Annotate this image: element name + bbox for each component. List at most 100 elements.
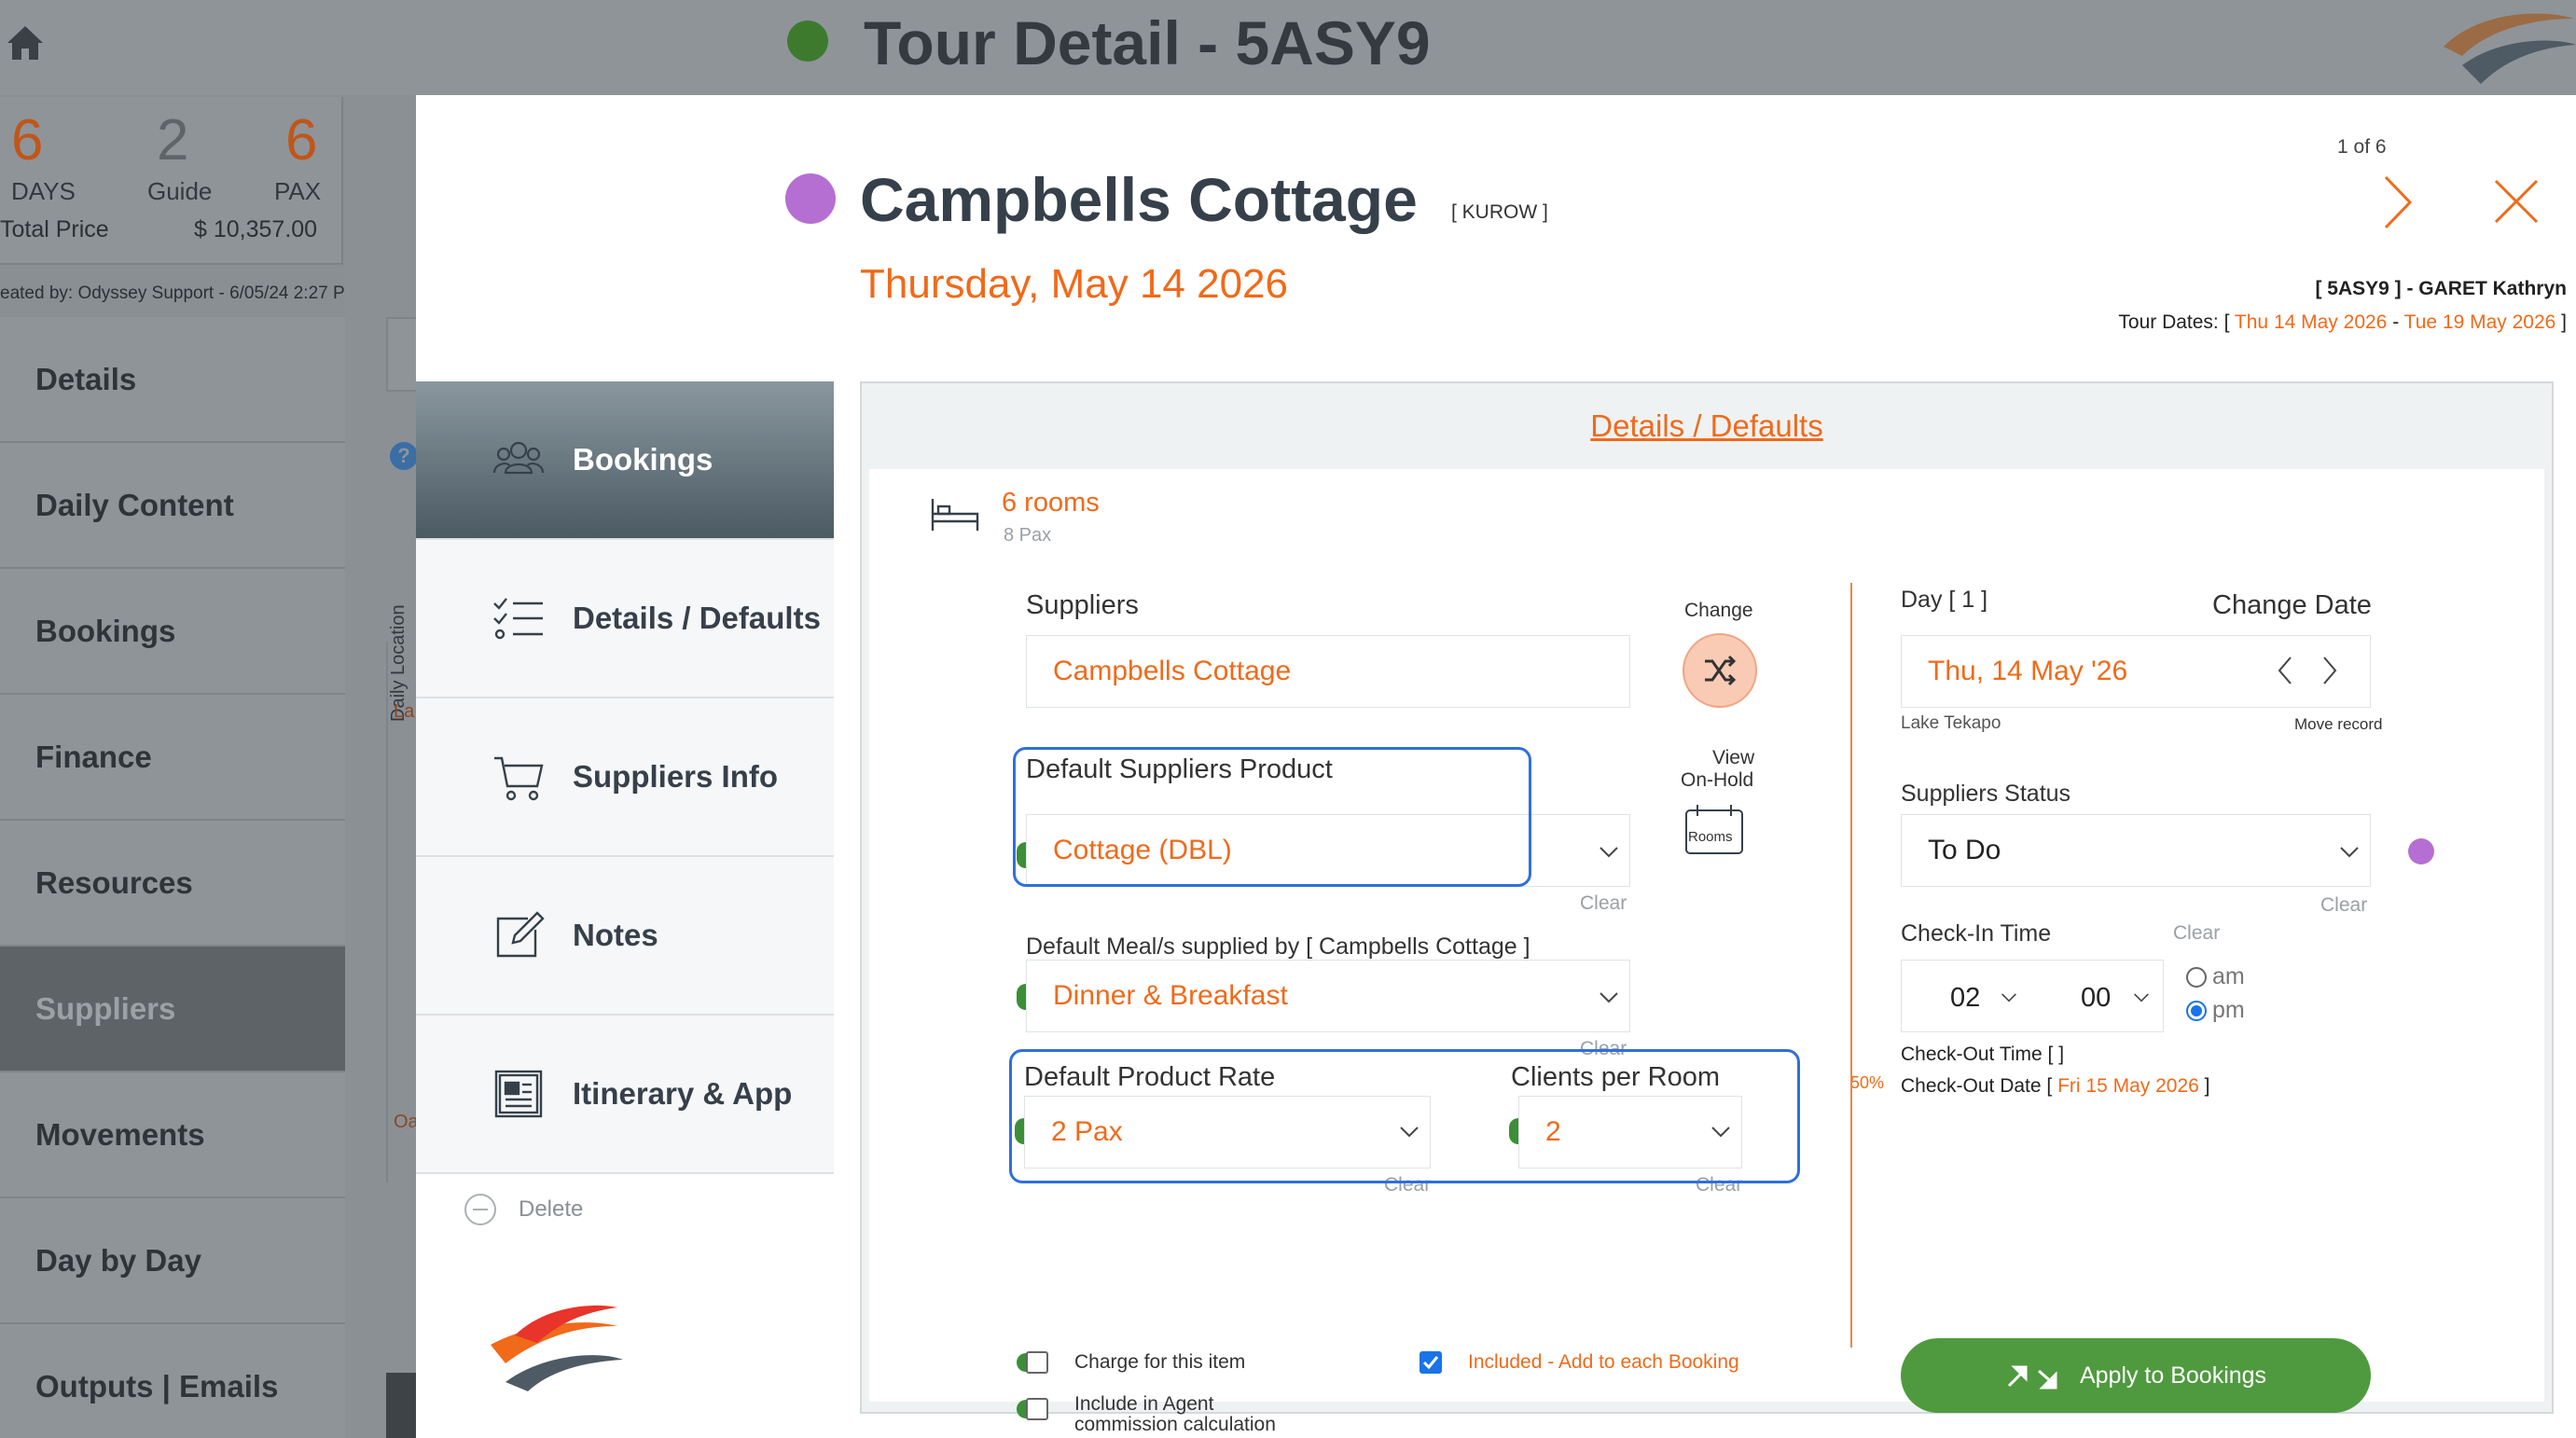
nav-resources[interactable]: Resources xyxy=(0,821,345,947)
tab-details-defaults[interactable]: Details / Defaults xyxy=(416,540,834,698)
pm-radio[interactable] xyxy=(2186,1001,2207,1021)
checkout-date: Check-Out Date [ Fri 15 May 2026 ] xyxy=(1901,1075,2210,1098)
charge-checkbox[interactable] xyxy=(1026,1351,1048,1374)
supplier-status-dot xyxy=(785,173,836,224)
move-record-link[interactable]: Move record xyxy=(2294,715,2382,734)
chevron-right-icon[interactable] xyxy=(2375,170,2421,235)
chevron-right-icon[interactable] xyxy=(2320,656,2339,685)
nav-day-by-day[interactable]: Day by Day xyxy=(0,1198,345,1324)
nav-finance[interactable]: Finance xyxy=(0,695,345,821)
day-date-field[interactable]: Thu, 14 May '26 xyxy=(1901,635,2371,708)
tab-itinerary-app[interactable]: Itinerary & App xyxy=(416,1016,834,1174)
checkin-time-field: 02 00 xyxy=(1901,960,2164,1032)
nav-daily-content[interactable]: Daily Content xyxy=(0,443,345,569)
nav-movements[interactable]: Movements xyxy=(0,1072,345,1198)
tab-bookings[interactable]: Bookings xyxy=(416,381,834,540)
tab-itinerary-app-label: Itinerary & App xyxy=(573,1076,793,1111)
supplier-detail-modal: Campbells Cottage [ KUROW ] Thursday, Ma… xyxy=(416,95,2576,1438)
checkin-minute-select[interactable]: 00 xyxy=(2081,983,2111,1014)
status-select[interactable]: To Do xyxy=(1901,814,2371,887)
tour-dates-sep: - xyxy=(2387,311,2404,333)
days-label: DAYS xyxy=(11,177,76,205)
tour-status-dot xyxy=(787,21,828,62)
supplier-code: [ KUROW ] xyxy=(1451,201,1548,223)
clear-checkin[interactable]: Clear xyxy=(2173,922,2220,945)
agent-label-line1: Include in Agent xyxy=(1074,1393,1214,1415)
nav-suppliers[interactable]: Suppliers xyxy=(0,947,345,1072)
location-fragment-la: La xyxy=(394,701,415,722)
checkin-label: Check-In Time xyxy=(1901,920,2052,947)
status-color-dot xyxy=(2408,838,2434,864)
meals-label: Default Meal/s supplied by [ Campbells C… xyxy=(1026,933,1530,960)
background-column xyxy=(386,642,418,1182)
tour-title: Tour Detail - 5ASY9 xyxy=(864,8,1431,77)
chevron-down-icon xyxy=(1600,992,1618,1003)
nav-details[interactable]: Details xyxy=(0,317,345,443)
arrows-icon xyxy=(2007,1365,2057,1390)
tab-notes-label: Notes xyxy=(573,918,658,952)
rooms-count: 6 rooms xyxy=(1002,488,1100,518)
highlight-rate-clients xyxy=(1009,1049,1800,1183)
check-icon xyxy=(1422,1356,1439,1370)
total-price-label: Total Price xyxy=(0,216,109,242)
tab-bookings-label: Bookings xyxy=(573,442,713,477)
tour-reference: [ 5ASY9 ] - GARET Kathryn xyxy=(2315,278,2567,299)
suppliers-label: Suppliers xyxy=(1026,590,1139,620)
charge-label: Charge for this item xyxy=(1074,1351,1246,1373)
included-checkbox[interactable] xyxy=(1420,1351,1442,1374)
tab-notes[interactable]: Notes xyxy=(416,857,834,1016)
days-count: 6 xyxy=(11,108,44,173)
background-box xyxy=(386,317,418,392)
modal-tabs: Bookings Details / Defaults Suppliers In… xyxy=(416,381,834,1174)
checkin-hour-select[interactable]: 02 xyxy=(1950,983,1980,1014)
view-label: View xyxy=(1712,747,1755,768)
tab-details-defaults-label: Details / Defaults xyxy=(573,601,821,635)
location-fragment-oa: Oa xyxy=(394,1112,419,1132)
chevron-down-icon xyxy=(1600,847,1618,858)
tab-suppliers-info[interactable]: Suppliers Info xyxy=(416,698,834,857)
tour-end-date: Tue 19 May 2026 xyxy=(2403,311,2556,333)
pax-count-small: 8 Pax xyxy=(1004,525,1052,546)
pax-count: 6 xyxy=(285,108,318,173)
am-radio[interactable] xyxy=(2186,967,2207,988)
details-defaults-link[interactable]: Details / Defaults xyxy=(1590,408,1822,444)
apply-label: Apply to Bookings xyxy=(2079,1362,2267,1389)
change-date-label: Change Date xyxy=(2212,590,2372,620)
cart-icon xyxy=(494,756,544,801)
change-label: Change xyxy=(1684,600,1753,621)
background-button xyxy=(386,1373,418,1438)
chevron-left-icon[interactable] xyxy=(2276,656,2294,685)
included-label: Included - Add to each Booking xyxy=(1468,1351,1739,1373)
day-location: Lake Tekapo xyxy=(1901,713,2001,733)
checkout-time: Check-Out Time [ ] xyxy=(1901,1044,2065,1065)
nav-outputs-emails[interactable]: Outputs | Emails xyxy=(0,1324,345,1438)
tour-dates: Tour Dates: [ Thu 14 May 2026 - Tue 19 M… xyxy=(2118,311,2567,334)
rooms-icon-label: Rooms xyxy=(1688,829,1733,845)
total-price-value: $ 10,357.00 xyxy=(194,216,318,242)
guide-count: 2 xyxy=(157,108,189,173)
people-icon xyxy=(492,441,545,475)
close-icon[interactable] xyxy=(2488,173,2544,229)
clear-product[interactable]: Clear xyxy=(1580,892,1627,915)
home-icon[interactable] xyxy=(4,21,47,63)
change-supplier-button[interactable] xyxy=(1683,633,1757,708)
view-onhold-rooms-button[interactable]: Rooms xyxy=(1683,801,1746,857)
created-by: eated by: Odyssey Support - 6/05/24 2:27… xyxy=(0,283,360,303)
column-divider xyxy=(1850,583,1852,1348)
bed-icon xyxy=(931,499,979,531)
chevron-down-icon xyxy=(2001,993,2016,1002)
help-icon[interactable]: ? xyxy=(390,442,418,470)
checkout-date-value: Fri 15 May 2026 xyxy=(2057,1075,2199,1097)
suppliers-field[interactable]: Campbells Cottage xyxy=(1026,635,1630,708)
apply-to-bookings-button[interactable]: Apply to Bookings xyxy=(1901,1338,2371,1413)
clients-percent: 50% xyxy=(1850,1073,1885,1092)
highlight-default-product xyxy=(1013,747,1531,887)
agent-commission-checkbox[interactable] xyxy=(1026,1398,1048,1420)
delete-button[interactable]: Delete xyxy=(464,1194,583,1225)
chevron-down-icon xyxy=(2340,847,2359,858)
clear-status[interactable]: Clear xyxy=(2320,894,2367,917)
nav-bookings[interactable]: Bookings xyxy=(0,569,345,695)
meals-select[interactable]: Dinner & Breakfast xyxy=(1026,960,1630,1032)
checkout-date-prefix: Check-Out Date [ xyxy=(1901,1075,2053,1097)
supplier-title: Campbells Cottage xyxy=(860,165,1418,234)
